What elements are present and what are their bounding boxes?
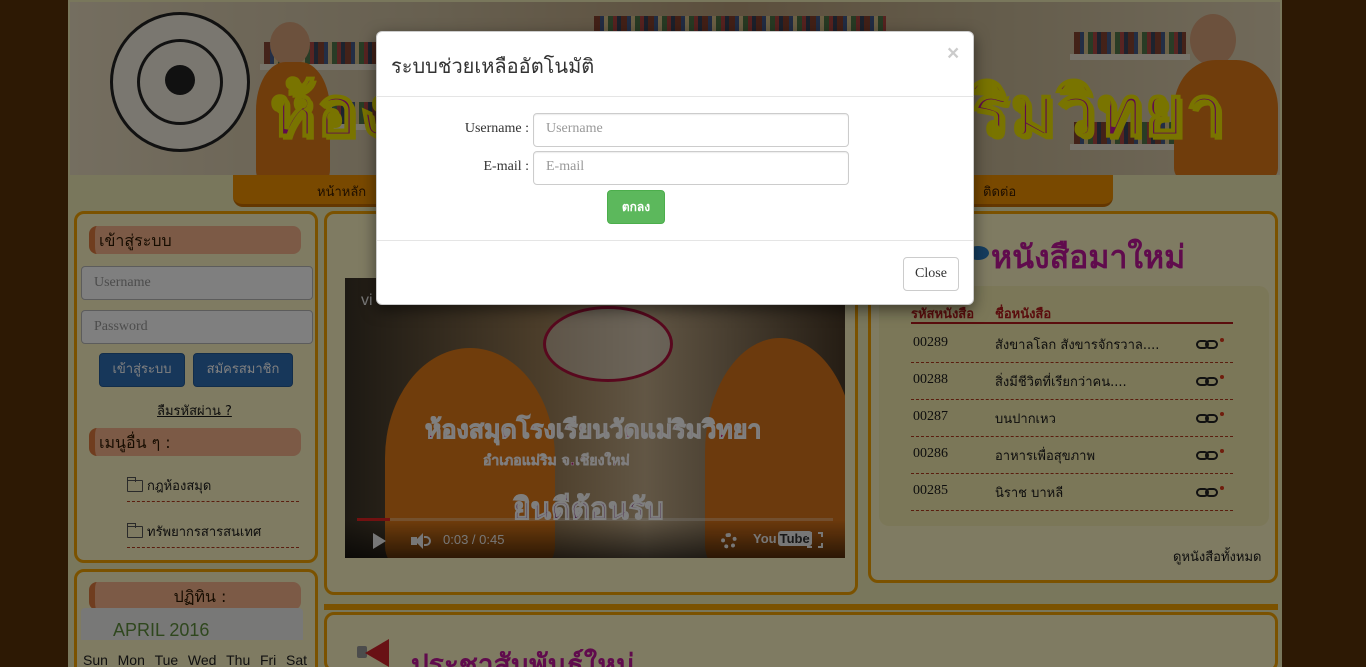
email-label: E-mail : bbox=[483, 159, 530, 174]
dialog-username-field[interactable]: Username bbox=[533, 113, 849, 147]
dialog-header: ระบบช่วยเหลืออัตโนมัติ × bbox=[377, 32, 973, 97]
ok-button[interactable]: ตกลง bbox=[607, 190, 665, 224]
username-label: Username : bbox=[464, 121, 529, 136]
close-button[interactable]: Close bbox=[903, 257, 959, 291]
dialog-email-field[interactable]: E-mail bbox=[533, 151, 849, 185]
dialog-footer: Close bbox=[377, 240, 973, 304]
help-dialog: ระบบช่วยเหลืออัตโนมัติ × Username : User… bbox=[376, 31, 974, 305]
dialog-title: ระบบช่วยเหลืออัตโนมัติ bbox=[391, 54, 595, 78]
close-icon[interactable]: × bbox=[947, 42, 959, 66]
